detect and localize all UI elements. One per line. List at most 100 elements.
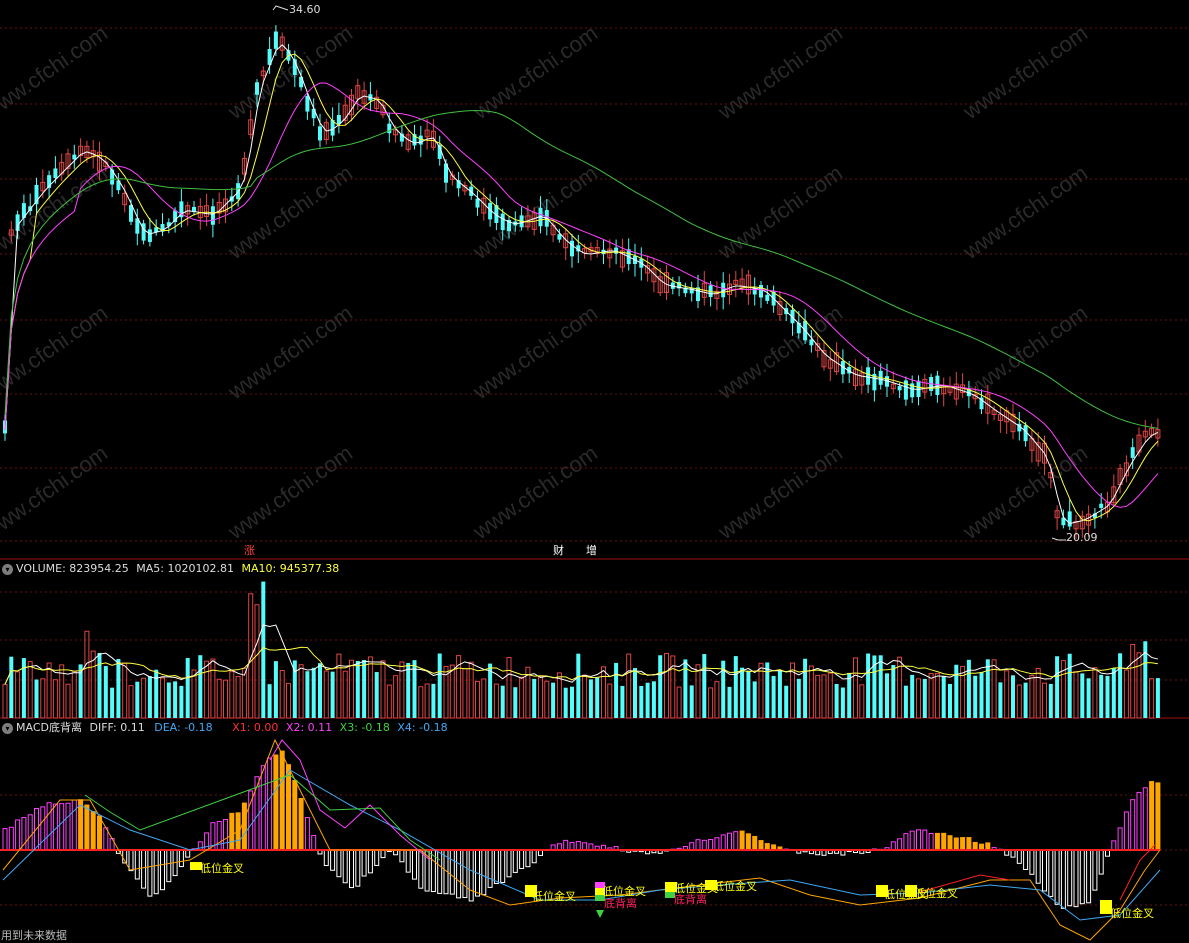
volume-bar-down: [1080, 673, 1085, 718]
volume-bar-down: [645, 682, 650, 718]
volume-bar-up: [808, 665, 814, 719]
volume-ma-lines: [4, 624, 1159, 685]
volume-bars[interactable]: [2, 581, 1160, 719]
macd-bar-positive: [279, 750, 285, 851]
macd-bar-negative: [456, 849, 462, 899]
macd-bar-negative: [437, 849, 443, 894]
volume-bar-down: [355, 660, 360, 718]
macd-histogram[interactable]: [0, 750, 1161, 909]
macd-bar-negative: [500, 849, 506, 883]
macd-bar-negative: [166, 849, 172, 883]
macd-lines: [2, 738, 1161, 941]
macd-bar-positive: [241, 802, 247, 851]
volume-bar-down: [374, 672, 379, 718]
volume-bar-up: [191, 669, 197, 719]
macd-bar-positive: [739, 830, 745, 851]
stock-chart-canvas: www.cfchi.com www.cfchi.com www.cfchi.com w…: [0, 5, 1189, 941]
volume-bar-up: [519, 676, 525, 719]
volume-bar-down: [639, 685, 644, 718]
macd-bar-positive: [8, 826, 14, 851]
volume-bar-up: [128, 685, 134, 719]
volume-bar-down: [973, 675, 978, 718]
volume-bar-up: [601, 666, 606, 719]
macd-bar-positive: [720, 834, 726, 851]
volume-bar-down: [406, 662, 411, 718]
candle-body-down: [305, 95, 310, 112]
volume-bar-up: [1004, 670, 1010, 719]
volume-bar-down: [985, 659, 990, 718]
candle-body-down: [129, 205, 133, 222]
volume-bar-down: [903, 685, 908, 718]
candle-body-down: [765, 294, 770, 301]
volume-bar-up: [695, 664, 701, 719]
volume-bar-down: [740, 667, 745, 718]
volume-bar-down: [362, 660, 367, 718]
volume-bar-down: [595, 677, 600, 718]
volume-bar-up: [815, 674, 821, 719]
macd-bar-positive: [985, 842, 991, 851]
volume-bar-up: [1042, 682, 1047, 719]
watermark-text: www.cfchi.com: [958, 440, 1092, 544]
macd-bar-negative: [1086, 849, 1092, 904]
macd-bar-negative: [374, 849, 380, 866]
volume-bar-down: [1155, 678, 1160, 718]
macd-bar-positive: [267, 757, 273, 851]
volume-bar-down: [179, 685, 184, 718]
volume-bar-up: [122, 662, 128, 719]
event-marker-increase[interactable]: 增: [586, 544, 597, 558]
macd-bar-positive: [15, 819, 21, 851]
volume-bar-down: [878, 655, 883, 718]
volume-bar-down: [777, 670, 782, 718]
volume-bar-down: [500, 685, 505, 718]
volume-bar-down: [513, 687, 518, 718]
watermark-text: www.cfchi.com: [713, 440, 847, 544]
x1-line-end: [1119, 844, 1156, 901]
volume-bar-up: [15, 671, 21, 719]
volume-ma10-value: 945377.38: [279, 562, 340, 575]
volume-bar-up: [229, 671, 235, 719]
volume-bar-up: [1035, 668, 1041, 719]
volume-bar-down: [166, 682, 171, 718]
volume-bar-down: [588, 679, 593, 718]
event-marker-finance[interactable]: 财: [553, 544, 564, 558]
grid-lines: [0, 27, 1189, 906]
candle-body-down: [210, 206, 215, 225]
volume-bar-up: [607, 683, 613, 719]
macd-bar-positive: [71, 799, 77, 851]
macd-bar-positive: [223, 818, 228, 851]
macd-bar-positive: [46, 802, 52, 851]
candle-body-down: [897, 386, 902, 391]
macd-bar-positive: [903, 833, 909, 851]
volume-bar-down: [135, 681, 140, 718]
macd-bar-positive: [273, 754, 279, 851]
collapse-volume-icon[interactable]: ▾: [2, 563, 13, 575]
volume-bar-down: [305, 671, 310, 718]
volume-bar-up: [1060, 660, 1066, 719]
volume-bar-up: [2, 683, 8, 719]
volume-bar-down: [330, 671, 335, 718]
macd-bar-positive: [928, 832, 934, 851]
macd-bar-positive: [714, 837, 720, 851]
volume-bar-down: [771, 675, 776, 718]
volume-bar-down: [563, 687, 568, 718]
collapse-macd-icon[interactable]: ▾: [2, 722, 13, 734]
macd-bar-positive: [701, 839, 707, 851]
macd-bar-negative: [1098, 849, 1104, 875]
macd-bar-positive: [286, 764, 291, 851]
volume-bar-up: [46, 662, 52, 719]
macd-bar-positive: [575, 840, 581, 851]
volume-bar-down: [576, 653, 581, 718]
volume-bar-up: [1092, 667, 1098, 719]
x3-label: X3:: [339, 721, 358, 734]
volume-bar-up: [853, 657, 858, 719]
macd-bar-negative: [1042, 849, 1047, 892]
event-marker-rise[interactable]: 涨: [244, 544, 255, 558]
volume-bar-down: [1011, 675, 1015, 718]
volume-bar-down: [1111, 668, 1116, 718]
volume-bar-up: [298, 664, 304, 719]
volume-bar-down: [1067, 653, 1072, 718]
volume-bar-down: [752, 681, 757, 718]
macd-bar-negative: [462, 849, 468, 899]
volume-bar-up: [71, 670, 77, 719]
volume-bar-down: [922, 678, 927, 718]
